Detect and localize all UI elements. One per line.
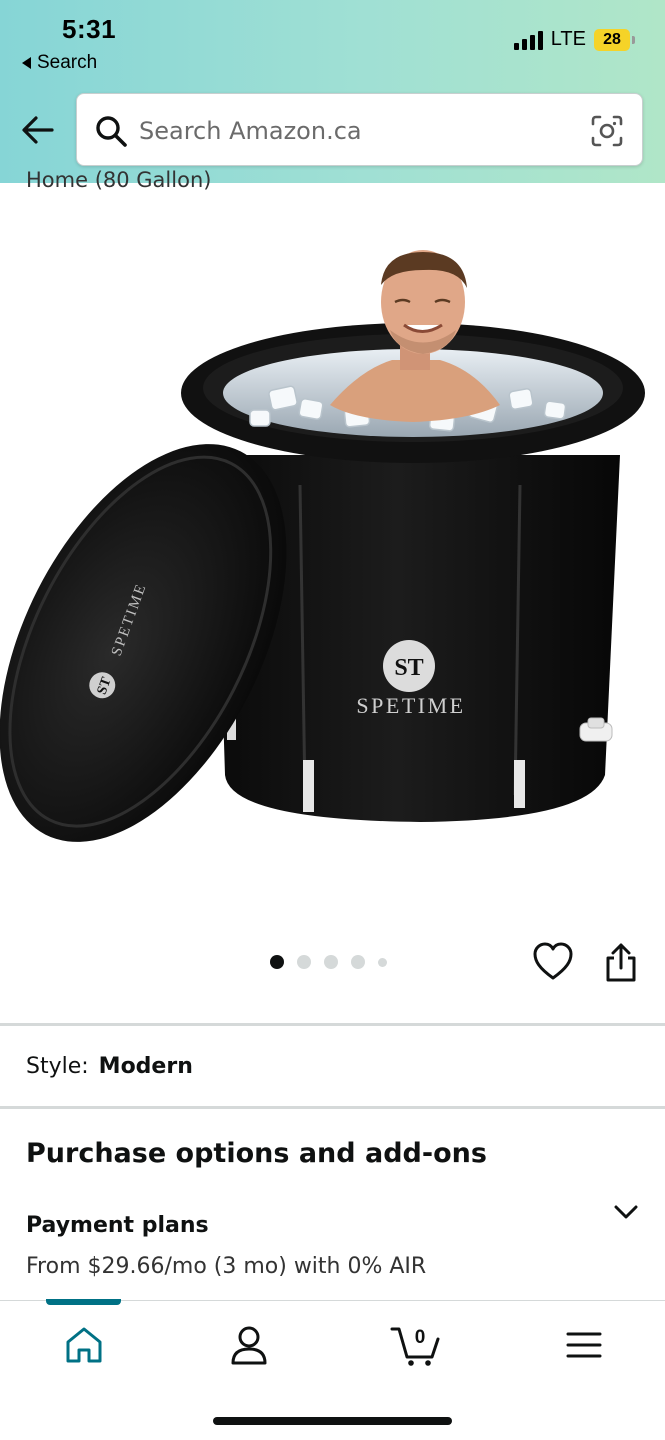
style-label: Style: — [26, 1054, 89, 1079]
home-icon[interactable] — [62, 1323, 106, 1367]
payment-plans-subtitle[interactable]: From $29.66/mo (3 mo) with 0% AIR — [26, 1254, 426, 1279]
home-indicator-bar — [213, 1417, 452, 1425]
tub-brand-text: SPETIME — [356, 693, 465, 718]
battery-icon: 28 — [594, 28, 635, 51]
camera-icon[interactable] — [590, 114, 624, 148]
image-carousel-dots[interactable] — [270, 955, 387, 969]
account-icon[interactable] — [227, 1323, 271, 1367]
signal-icon — [513, 30, 543, 50]
heart-icon[interactable] — [531, 940, 575, 984]
search-bar[interactable] — [76, 93, 643, 166]
cart-count: 0 — [415, 1327, 426, 1348]
tub-logo-text: ST — [394, 655, 423, 681]
status-indicators: LTE 28 — [513, 28, 635, 51]
back-arrow-icon[interactable] — [20, 112, 56, 148]
chevron-down-icon[interactable] — [612, 1200, 640, 1224]
active-tab-indicator — [46, 1299, 121, 1305]
status-time: 5:31 — [62, 14, 117, 44]
network-type: LTE — [550, 28, 586, 50]
section-divider — [0, 1023, 665, 1026]
cart-button[interactable]: 0 — [390, 1323, 442, 1367]
bottom-navigation: 0 — [0, 1299, 665, 1440]
purchase-options-heading: Purchase options and add-ons — [26, 1138, 487, 1169]
app-header: 5:31 Search LTE 28 — [0, 0, 665, 183]
search-icon — [96, 116, 127, 147]
carousel-dot-1[interactable] — [270, 955, 284, 969]
battery-level: 28 — [594, 28, 630, 51]
search-input[interactable] — [139, 112, 569, 150]
product-image[interactable]: ST SPETIME ST SPETIME — [0, 230, 665, 870]
carousel-dot-5[interactable] — [378, 957, 387, 967]
carousel-dot-3[interactable] — [324, 955, 338, 969]
style-value: Modern — [98, 1054, 193, 1079]
status-back-to-search[interactable]: Search — [22, 52, 97, 74]
carousel-dot-2[interactable] — [297, 955, 311, 969]
status-back-label: Search — [37, 52, 98, 73]
product-title-fragment[interactable]: Home (80 Gallon) — [26, 168, 211, 192]
style-selector[interactable]: Style: Modern — [26, 1054, 193, 1079]
section-divider — [0, 1106, 665, 1109]
payment-plans-title[interactable]: Payment plans — [26, 1213, 209, 1238]
carousel-dot-4[interactable] — [351, 955, 365, 969]
share-icon[interactable] — [602, 942, 640, 984]
back-triangle-icon — [22, 57, 31, 69]
menu-icon[interactable] — [562, 1323, 606, 1367]
cart-icon: 0 — [390, 1327, 440, 1366]
